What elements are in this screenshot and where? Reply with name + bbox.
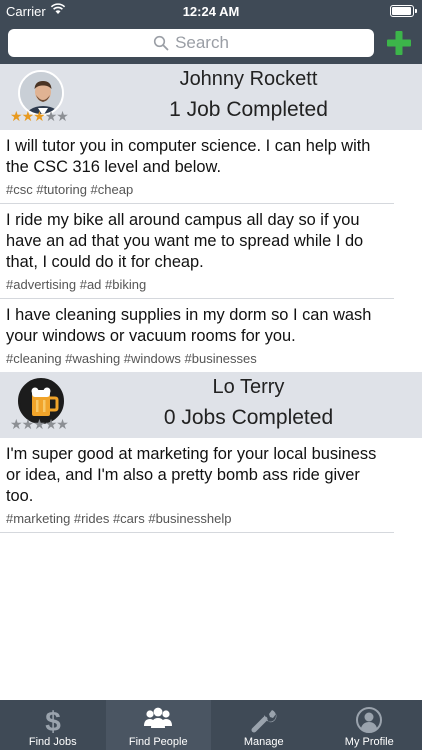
person-header[interactable]: ★★★★★ Lo Terry 0 Jobs Completed: [0, 372, 422, 438]
post-tags: #csc #tutoring #cheap: [6, 182, 134, 197]
tab-find-people[interactable]: Find People: [105, 700, 211, 750]
post-description: I have cleaning supplies in my dorm so I…: [6, 306, 372, 345]
list-item[interactable]: I have cleaning supplies in my dorm so I…: [0, 299, 394, 372]
tab-find-jobs[interactable]: $ Find Jobs: [0, 700, 106, 750]
search-icon: [153, 35, 169, 51]
add-post-button[interactable]: [386, 30, 412, 56]
list-item[interactable]: I ride my bike all around campus all day…: [0, 204, 394, 299]
list-item[interactable]: I will tutor you in computer science. I …: [0, 130, 394, 204]
post-description: I will tutor you in computer science. I …: [6, 137, 371, 176]
rating-stars: ★★★★★: [10, 108, 69, 124]
wrench-icon: [251, 710, 277, 733]
post-tags: #marketing #rides #cars #businesshelp: [6, 511, 232, 526]
rating-stars: ★★★★★: [10, 416, 69, 432]
post-description: I ride my bike all around campus all day…: [6, 211, 364, 271]
post-description: I'm super good at marketing for your loc…: [6, 445, 377, 505]
top-bar: Carrier 12:24 AM Search: [0, 0, 422, 64]
battery-icon: [390, 5, 417, 17]
dollar-icon: $: [45, 706, 61, 736]
jobs-completed: 0 Jobs Completed: [163, 406, 334, 429]
list-item[interactable]: I'm super good at marketing for your loc…: [0, 438, 394, 533]
person-header[interactable]: ★★★★★ Johnny Rockett 1 Job Completed: [0, 64, 422, 130]
svg-text:$: $: [45, 706, 61, 736]
search-input[interactable]: Search: [8, 29, 374, 57]
people-list: ★★★★★ Johnny Rockett 1 Job Completed I w…: [0, 64, 422, 700]
tab-label: Find People: [128, 736, 188, 748]
tab-manage[interactable]: Manage: [211, 700, 317, 750]
tab-label: Find Jobs: [28, 736, 77, 748]
person-name[interactable]: Lo Terry: [75, 376, 422, 399]
post-tags: #advertising #ad #biking: [6, 277, 147, 292]
tab-label: Manage: [243, 736, 284, 748]
jobs-completed: 1 Job Completed: [169, 98, 328, 121]
tab-bar: $ Find Jobs Find People Manage My Profil…: [0, 700, 422, 750]
search-placeholder: Search: [175, 33, 229, 52]
profile-icon: [356, 707, 383, 733]
post-tags: #cleaning #washing #windows #businesses: [6, 351, 257, 366]
clock: 12:24 AM: [182, 4, 240, 19]
status-bar: Carrier 12:24 AM: [0, 0, 422, 22]
people-icon: [144, 707, 173, 728]
tab-my-profile[interactable]: My Profile: [317, 700, 422, 750]
tab-label: My Profile: [344, 736, 394, 748]
person-name[interactable]: Johnny Rockett: [75, 68, 422, 91]
